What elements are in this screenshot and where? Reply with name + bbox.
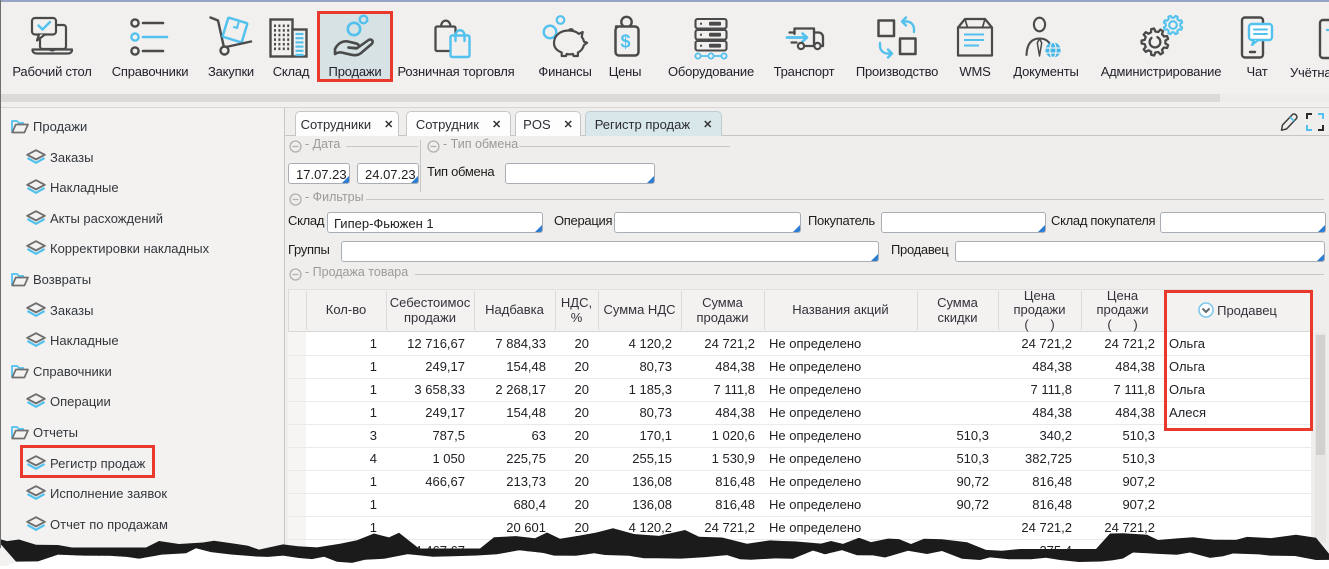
svg-text:$: $ bbox=[620, 32, 630, 52]
